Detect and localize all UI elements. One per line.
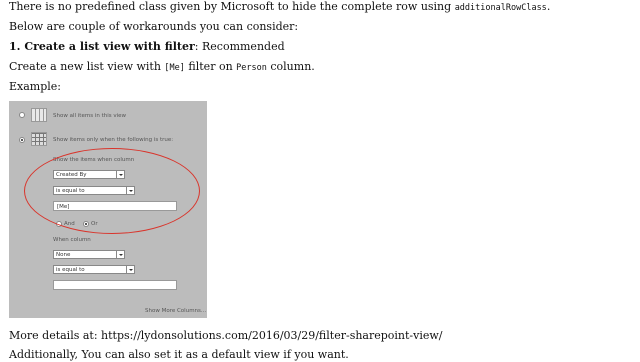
column2-value: None: [56, 252, 71, 258]
workarounds-paragraph: Below are couple of workarounds you can …: [9, 20, 299, 33]
column1-value: Created By: [56, 172, 87, 178]
operator2-select: is equal to: [53, 265, 135, 274]
value2-field: [53, 280, 177, 290]
show-filtered-label: Show items only when the following is tr…: [53, 137, 174, 143]
chevron-down-icon: [116, 170, 125, 179]
operator1-select: is equal to: [53, 186, 135, 195]
columns-icon: [31, 108, 47, 122]
chevron-down-icon: [126, 186, 135, 195]
additional-row-class-code: additionalRowClass: [454, 3, 547, 13]
value1-text: [Me]: [57, 204, 70, 210]
show-filtered-radio: [19, 137, 25, 143]
chevron-down-icon: [116, 250, 125, 259]
create-view-text-b: filter on: [184, 60, 237, 73]
chevron-down-icon: [126, 265, 135, 274]
intro-paragraph: There is no predefined class given by Mi…: [9, 0, 550, 15]
me-code: [Me]: [164, 63, 185, 73]
show-more-columns-link: Show More Columns...: [145, 308, 207, 314]
column2-select: None: [53, 250, 125, 259]
create-view-paragraph: Create a new list view with [Me] filter …: [9, 60, 315, 75]
heading-rest: : Recommended: [194, 40, 285, 53]
intro-text: There is no predefined class given by Mi…: [9, 0, 455, 13]
filter-settings-screenshot: Show all items in this view Show items o…: [9, 101, 207, 318]
create-view-text-a: Create a new list view with: [9, 60, 165, 73]
show-when-label: Show the items when column: [53, 157, 135, 163]
more-details-paragraph: More details at: https://lydonsolutions.…: [9, 329, 443, 342]
workaround-heading: 1. Create a list view with filter: Recom…: [9, 40, 285, 54]
column1-select: Created By: [53, 170, 125, 179]
show-all-label: Show all items in this view: [53, 113, 127, 119]
when-column-label: When column: [53, 237, 91, 243]
operator2-value: is equal to: [56, 267, 85, 273]
show-all-radio: [19, 112, 25, 118]
intro-end: .: [546, 0, 551, 13]
filter-grid-icon: [31, 132, 47, 146]
and-label: And: [64, 221, 75, 227]
create-view-text-c: column.: [266, 60, 315, 73]
and-radio: [56, 221, 62, 227]
heading-bold: 1. Create a list view with filter: [9, 40, 195, 53]
or-radio: [83, 221, 89, 227]
value1-field: [Me]: [53, 201, 177, 211]
person-code: Person: [236, 63, 267, 73]
or-label: Or: [91, 221, 98, 227]
example-label: Example:: [9, 80, 61, 93]
operator1-value: is equal to: [56, 188, 85, 194]
